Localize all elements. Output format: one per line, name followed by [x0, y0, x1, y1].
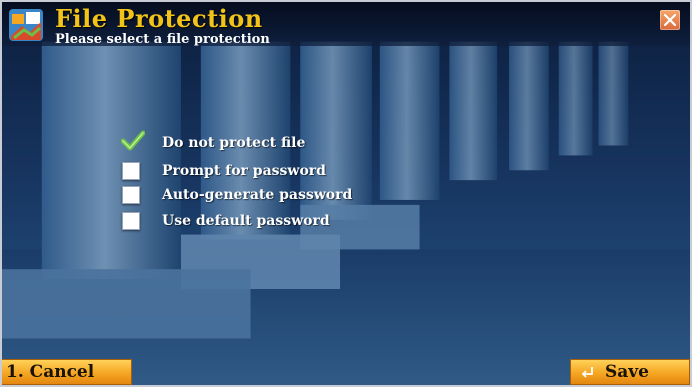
- option-label: Prompt for password: [162, 163, 326, 179]
- option-default-password[interactable]: Use default password: [122, 210, 382, 230]
- option-label: Use default password: [162, 213, 330, 229]
- checkbox[interactable]: [122, 186, 140, 204]
- cancel-button-label: 1. Cancel: [6, 362, 95, 382]
- dialog-title: File Protection: [55, 4, 263, 33]
- option-do-not-protect[interactable]: Do not protect file: [121, 130, 382, 152]
- cancel-button[interactable]: 1. Cancel: [2, 359, 132, 385]
- checkbox[interactable]: [122, 162, 140, 180]
- option-label: Auto-generate password: [162, 187, 353, 203]
- file-protection-dialog: File Protection Please select a file pro…: [0, 0, 692, 387]
- close-button[interactable]: [660, 10, 680, 30]
- checkbox[interactable]: [122, 212, 140, 230]
- option-prompt-password[interactable]: Prompt for password: [122, 160, 382, 180]
- option-label: Do not protect file: [162, 135, 306, 151]
- option-auto-generate-password[interactable]: Auto-generate password: [122, 184, 382, 204]
- title-bar: File Protection Please select a file pro…: [2, 2, 690, 47]
- save-button-label: Save: [605, 362, 649, 382]
- dialog-subtitle: Please select a file protection: [55, 32, 270, 47]
- checkmark-icon: [121, 130, 145, 151]
- enter-arrow-icon: [581, 367, 593, 378]
- app-logo-icon: [9, 9, 43, 41]
- close-icon: [663, 13, 677, 27]
- save-button[interactable]: Save: [570, 359, 690, 385]
